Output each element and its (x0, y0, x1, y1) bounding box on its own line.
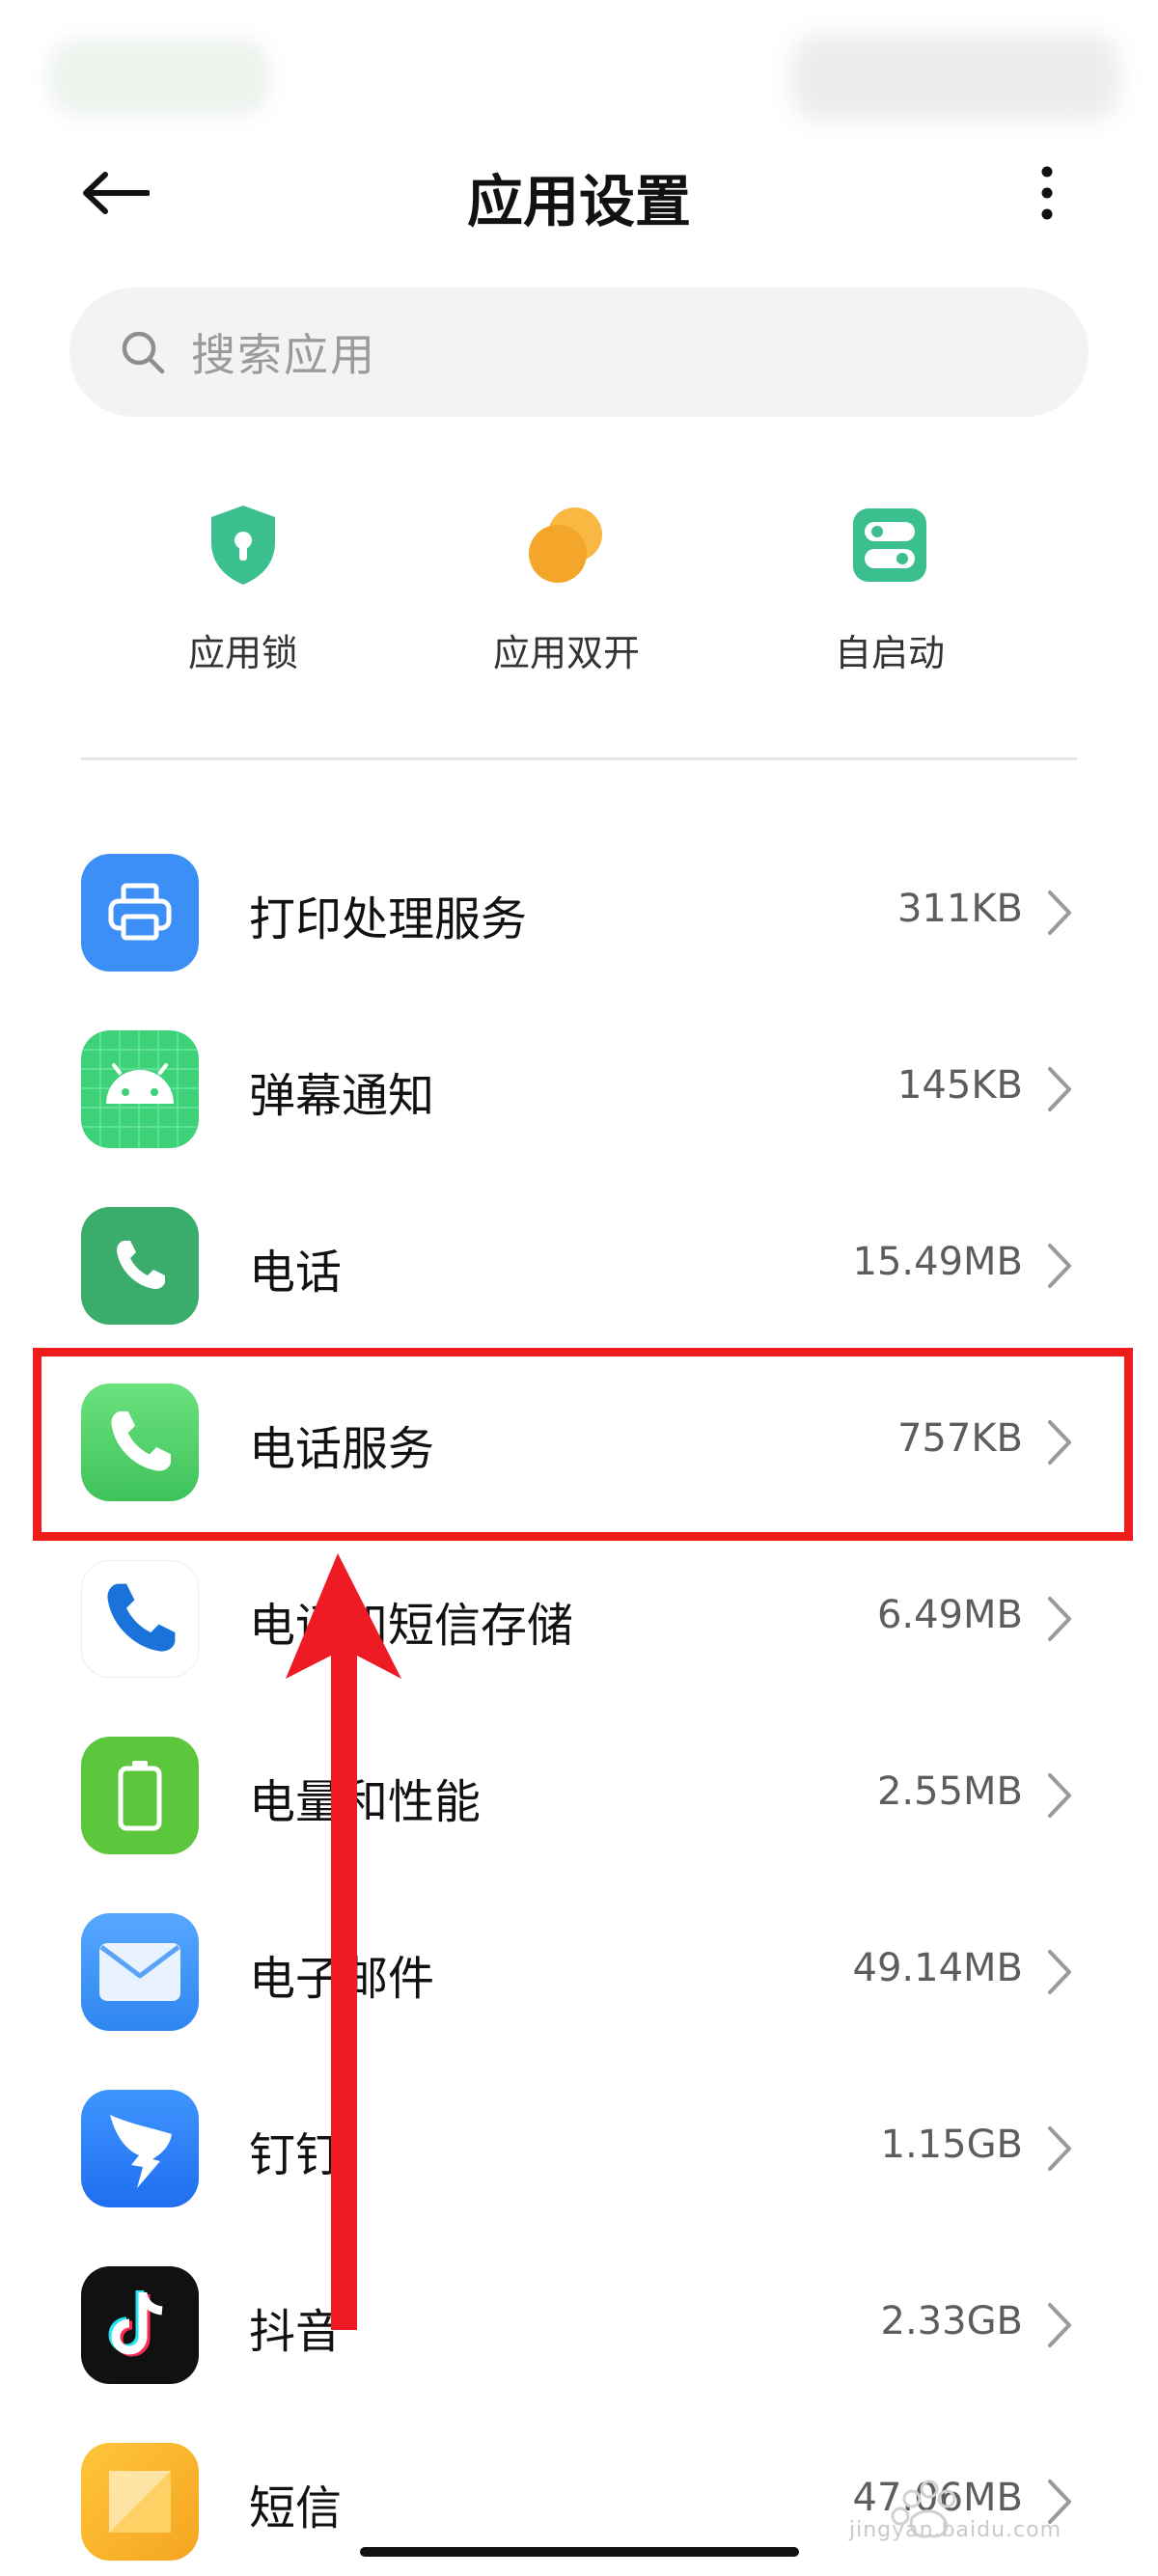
phone-service-icon (81, 1384, 199, 1501)
battery-icon (81, 1737, 199, 1854)
app-row-douyin[interactable]: 抖音 2.33GB (0, 2237, 1158, 2414)
app-row-phone[interactable]: 电话 15.49MB (0, 1178, 1158, 1355)
status-bar-right (791, 34, 1119, 121)
app-name: 抖音 (249, 2305, 343, 2359)
back-arrow-icon (83, 172, 150, 214)
app-name: 电子邮件 (249, 1952, 435, 2006)
app-size: 2.33GB (880, 2299, 1024, 2343)
app-size: 757KB (896, 1416, 1023, 1461)
app-row-print-service[interactable]: 打印处理服务 311KB (0, 825, 1158, 1001)
app-row-email[interactable]: 电子邮件 49.14MB (0, 1884, 1158, 2061)
android-icon (81, 1030, 199, 1148)
more-vertical-icon (1041, 166, 1053, 220)
chevron-right-icon (1048, 1420, 1071, 1465)
app-row-danmaku-notify[interactable]: 弹幕通知 145KB (0, 1001, 1158, 1178)
app-size: 47.06MB (852, 2476, 1023, 2520)
chevron-right-icon (1048, 1950, 1071, 1994)
app-size: 6.49MB (876, 1593, 1023, 1637)
dual-circle-icon (529, 507, 602, 583)
divider (81, 757, 1077, 760)
shield-lock-icon (211, 506, 275, 585)
app-name: 钉钉 (249, 2128, 343, 2182)
app-size: 1.15GB (880, 2123, 1024, 2167)
shortcut-label: 自启动 (834, 632, 945, 674)
back-button[interactable] (72, 154, 159, 232)
top-bar: 应用设置 (0, 135, 1158, 251)
chevron-right-icon (1048, 1773, 1071, 1818)
chevron-right-icon (1048, 2303, 1071, 2347)
app-name: 打印处理服务 (249, 892, 528, 946)
chevron-right-icon (1048, 891, 1071, 935)
chevron-right-icon (1048, 1244, 1071, 1288)
app-size: 2.55MB (876, 1769, 1023, 1814)
toggle-switch-icon (853, 508, 926, 582)
shortcut-autostart[interactable]: 自启动 (764, 502, 1015, 695)
app-name: 电话服务 (249, 1422, 435, 1476)
messages-icon (81, 2443, 199, 2561)
phone-storage-icon (81, 1560, 199, 1678)
shortcut-dual-apps[interactable]: 应用双开 (441, 502, 692, 695)
mail-icon (81, 1913, 199, 2031)
app-name: 短信 (249, 2481, 343, 2535)
watermark-text: jingyan.baidu.com (849, 2518, 1062, 2542)
app-row-dingtalk[interactable]: 钉钉 1.15GB (0, 2061, 1158, 2237)
printer-icon (81, 854, 199, 972)
status-bar-left (48, 39, 270, 116)
app-row-phone-service[interactable]: 电话服务 757KB (0, 1355, 1158, 1531)
phone-icon (81, 1207, 199, 1325)
app-name: 电话 (249, 1246, 343, 1300)
app-row-battery-performance[interactable]: 电量和性能 2.55MB (0, 1708, 1158, 1884)
chevron-right-icon (1048, 1067, 1071, 1111)
search-placeholder: 搜索应用 (191, 329, 376, 381)
chevron-right-icon (1048, 2126, 1071, 2171)
app-name: 电量和性能 (249, 1775, 482, 1829)
app-name: 弹幕通知 (249, 1069, 435, 1123)
shortcut-label: 应用锁 (187, 632, 298, 674)
chevron-right-icon (1048, 1597, 1071, 1641)
app-row-phone-sms-storage[interactable]: 电话和短信存储 6.49MB (0, 1531, 1158, 1708)
app-size: 15.49MB (852, 1240, 1023, 1284)
search-input[interactable]: 搜索应用 (69, 288, 1089, 417)
shortcut-app-lock[interactable]: 应用锁 (118, 502, 369, 695)
app-size: 311KB (896, 887, 1023, 931)
home-indicator[interactable] (360, 2547, 799, 2557)
more-options-button[interactable] (1004, 154, 1090, 232)
app-size: 145KB (896, 1063, 1023, 1108)
shortcut-label: 应用双开 (492, 632, 640, 674)
search-icon (122, 331, 165, 374)
app-name: 电话和短信存储 (249, 1599, 574, 1653)
shortcut-row: 应用锁 应用双开 自启动 (0, 502, 1158, 695)
dingtalk-icon (81, 2090, 199, 2207)
app-size: 49.14MB (852, 1946, 1023, 1990)
page-title: 应用设置 (466, 169, 691, 234)
douyin-icon (81, 2266, 199, 2384)
